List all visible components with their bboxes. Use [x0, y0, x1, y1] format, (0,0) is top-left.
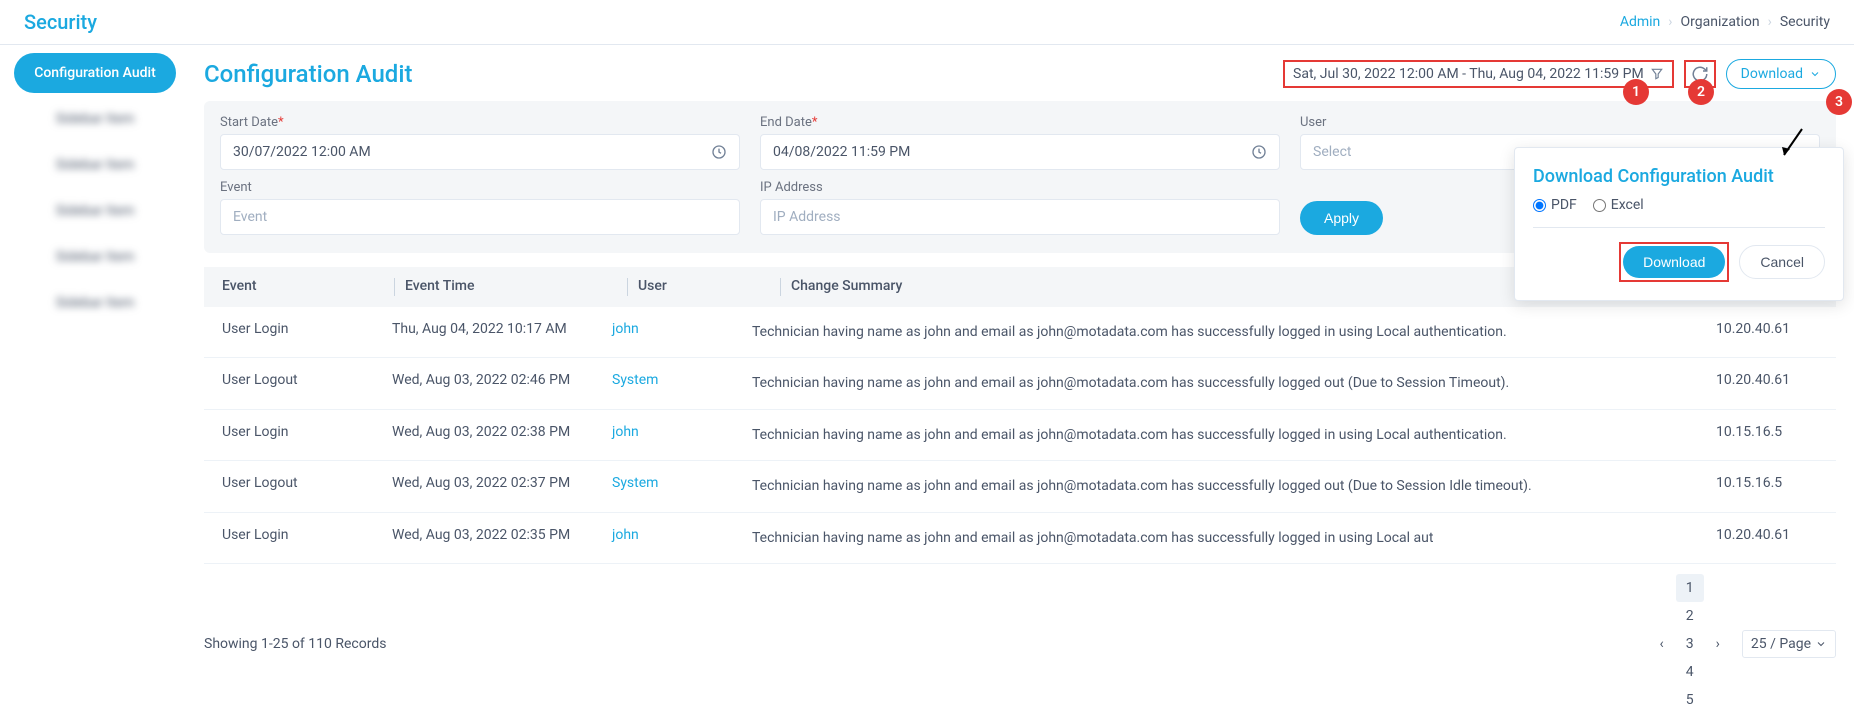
cell-ip: 10.15.16.5: [1712, 424, 1822, 440]
breadcrumb-admin[interactable]: Admin: [1620, 14, 1660, 30]
arrow-annotation-icon: [1774, 125, 1814, 165]
col-time: Event Time: [401, 278, 621, 296]
event-input[interactable]: Event: [220, 199, 740, 235]
cell-time: Wed, Aug 03, 2022 02:46 PM: [388, 372, 608, 388]
cell-summary: Technician having name as john and email…: [748, 475, 1712, 497]
cell-event: User Login: [218, 321, 388, 337]
cell-ip: 10.20.40.61: [1712, 321, 1822, 337]
breadcrumb-organization[interactable]: Organization: [1681, 14, 1760, 30]
chevron-right-icon: ›: [1668, 14, 1672, 30]
cell-summary: Technician having name as john and email…: [748, 321, 1712, 343]
page-1[interactable]: 1: [1676, 574, 1704, 602]
table-row: User LoginThu, Aug 04, 2022 10:17 AMjohn…: [204, 307, 1836, 358]
ip-filter-label: IP Address: [760, 180, 1280, 195]
table-row: User LoginWed, Aug 03, 2022 02:38 PMjohn…: [204, 410, 1836, 461]
sidebar-item[interactable]: Sidebar Item: [14, 145, 176, 185]
col-user: User: [634, 278, 774, 296]
cell-summary: Technician having name as john and email…: [748, 527, 1712, 549]
cancel-button[interactable]: Cancel: [1739, 245, 1825, 279]
chevron-down-icon: [1809, 68, 1821, 80]
radio-excel-input[interactable]: [1593, 199, 1606, 212]
cell-event: User Login: [218, 424, 388, 440]
cell-ip: 10.15.16.5: [1712, 475, 1822, 491]
download-label: Download: [1741, 66, 1803, 82]
radio-pdf[interactable]: PDF: [1533, 197, 1577, 213]
download-dropdown-button[interactable]: Download: [1726, 59, 1836, 89]
download-popup-title: Download Configuration Audit: [1533, 166, 1825, 187]
cell-ip: 10.20.40.61: [1712, 527, 1822, 543]
page-title: Configuration Audit: [204, 60, 412, 88]
breadcrumb-security: Security: [1780, 14, 1830, 30]
cell-user[interactable]: john: [608, 424, 748, 440]
pagination: ‹ 12345 › 25 / Page: [1653, 574, 1836, 714]
event-filter-label: Event: [220, 180, 740, 195]
page-5[interactable]: 5: [1676, 686, 1704, 714]
cell-time: Thu, Aug 04, 2022 10:17 AM: [388, 321, 608, 337]
download-confirm-button[interactable]: Download: [1623, 246, 1725, 278]
callout-3: 3: [1826, 89, 1852, 115]
cell-time: Wed, Aug 03, 2022 02:35 PM: [388, 527, 608, 543]
cell-summary: Technician having name as john and email…: [748, 424, 1712, 446]
page-2[interactable]: 2: [1676, 602, 1704, 630]
radio-excel[interactable]: Excel: [1593, 197, 1644, 213]
cell-event: User Login: [218, 527, 388, 543]
sidebar-item[interactable]: Sidebar Item: [14, 237, 176, 277]
cell-summary: Technician having name as john and email…: [748, 372, 1712, 394]
cell-user[interactable]: System: [608, 372, 748, 388]
table-row: User LogoutWed, Aug 03, 2022 02:46 PMSys…: [204, 358, 1836, 409]
end-date-input[interactable]: 04/08/2022 11:59 PM: [760, 134, 1280, 170]
radio-pdf-input[interactable]: [1533, 199, 1546, 212]
callout-1: 1: [1623, 79, 1649, 105]
cell-user[interactable]: john: [608, 321, 748, 337]
start-date-input[interactable]: 30/07/2022 12:00 AM: [220, 134, 740, 170]
prev-page[interactable]: ‹: [1653, 636, 1669, 652]
cell-time: Wed, Aug 03, 2022 02:37 PM: [388, 475, 608, 491]
date-range-filter[interactable]: Sat, Jul 30, 2022 12:00 AM - Thu, Aug 04…: [1283, 60, 1674, 88]
sidebar-item-configuration-audit[interactable]: Configuration Audit: [14, 53, 176, 93]
ip-address-input[interactable]: IP Address: [760, 199, 1280, 235]
download-popup: Download Configuration Audit PDF Excel D…: [1514, 147, 1844, 301]
sidebar-item[interactable]: Sidebar Item: [14, 283, 176, 323]
chevron-right-icon: ›: [1768, 14, 1772, 30]
chevron-down-icon: [1815, 638, 1827, 650]
sidebar-item[interactable]: Sidebar Item: [14, 99, 176, 139]
sidebar-item[interactable]: Sidebar Item: [14, 191, 176, 231]
cell-ip: 10.20.40.61: [1712, 372, 1822, 388]
cell-event: User Logout: [218, 372, 388, 388]
table-row: User LogoutWed, Aug 03, 2022 02:37 PMSys…: [204, 461, 1836, 512]
clock-icon: [1251, 144, 1267, 160]
callout-2: 2: [1688, 79, 1714, 105]
next-page[interactable]: ›: [1710, 636, 1726, 652]
cell-user[interactable]: john: [608, 527, 748, 543]
page-3[interactable]: 3: [1676, 630, 1704, 658]
cell-event: User Logout: [218, 475, 388, 491]
cell-time: Wed, Aug 03, 2022 02:38 PM: [388, 424, 608, 440]
page-top-title: Security: [24, 10, 97, 34]
clock-icon: [711, 144, 727, 160]
page-4[interactable]: 4: [1676, 658, 1704, 686]
col-event: Event: [218, 278, 388, 296]
apply-button[interactable]: Apply: [1300, 201, 1383, 235]
table-row: User LoginWed, Aug 03, 2022 02:35 PMjohn…: [204, 513, 1836, 564]
record-count: Showing 1-25 of 110 Records: [204, 636, 386, 652]
audit-table: Event Event Time User Change Summary IP …: [204, 267, 1836, 564]
start-date-label: Start Date*: [220, 115, 740, 130]
breadcrumb: Admin › Organization › Security: [1620, 14, 1830, 30]
date-range-text: Sat, Jul 30, 2022 12:00 AM - Thu, Aug 04…: [1293, 66, 1644, 82]
sidebar: Configuration Audit Sidebar Item Sidebar…: [0, 45, 190, 724]
page-size-select[interactable]: 25 / Page: [1742, 630, 1836, 658]
cell-user[interactable]: System: [608, 475, 748, 491]
user-filter-label: User: [1300, 115, 1820, 130]
filter-icon: [1650, 67, 1664, 81]
end-date-label: End Date*: [760, 115, 1280, 130]
